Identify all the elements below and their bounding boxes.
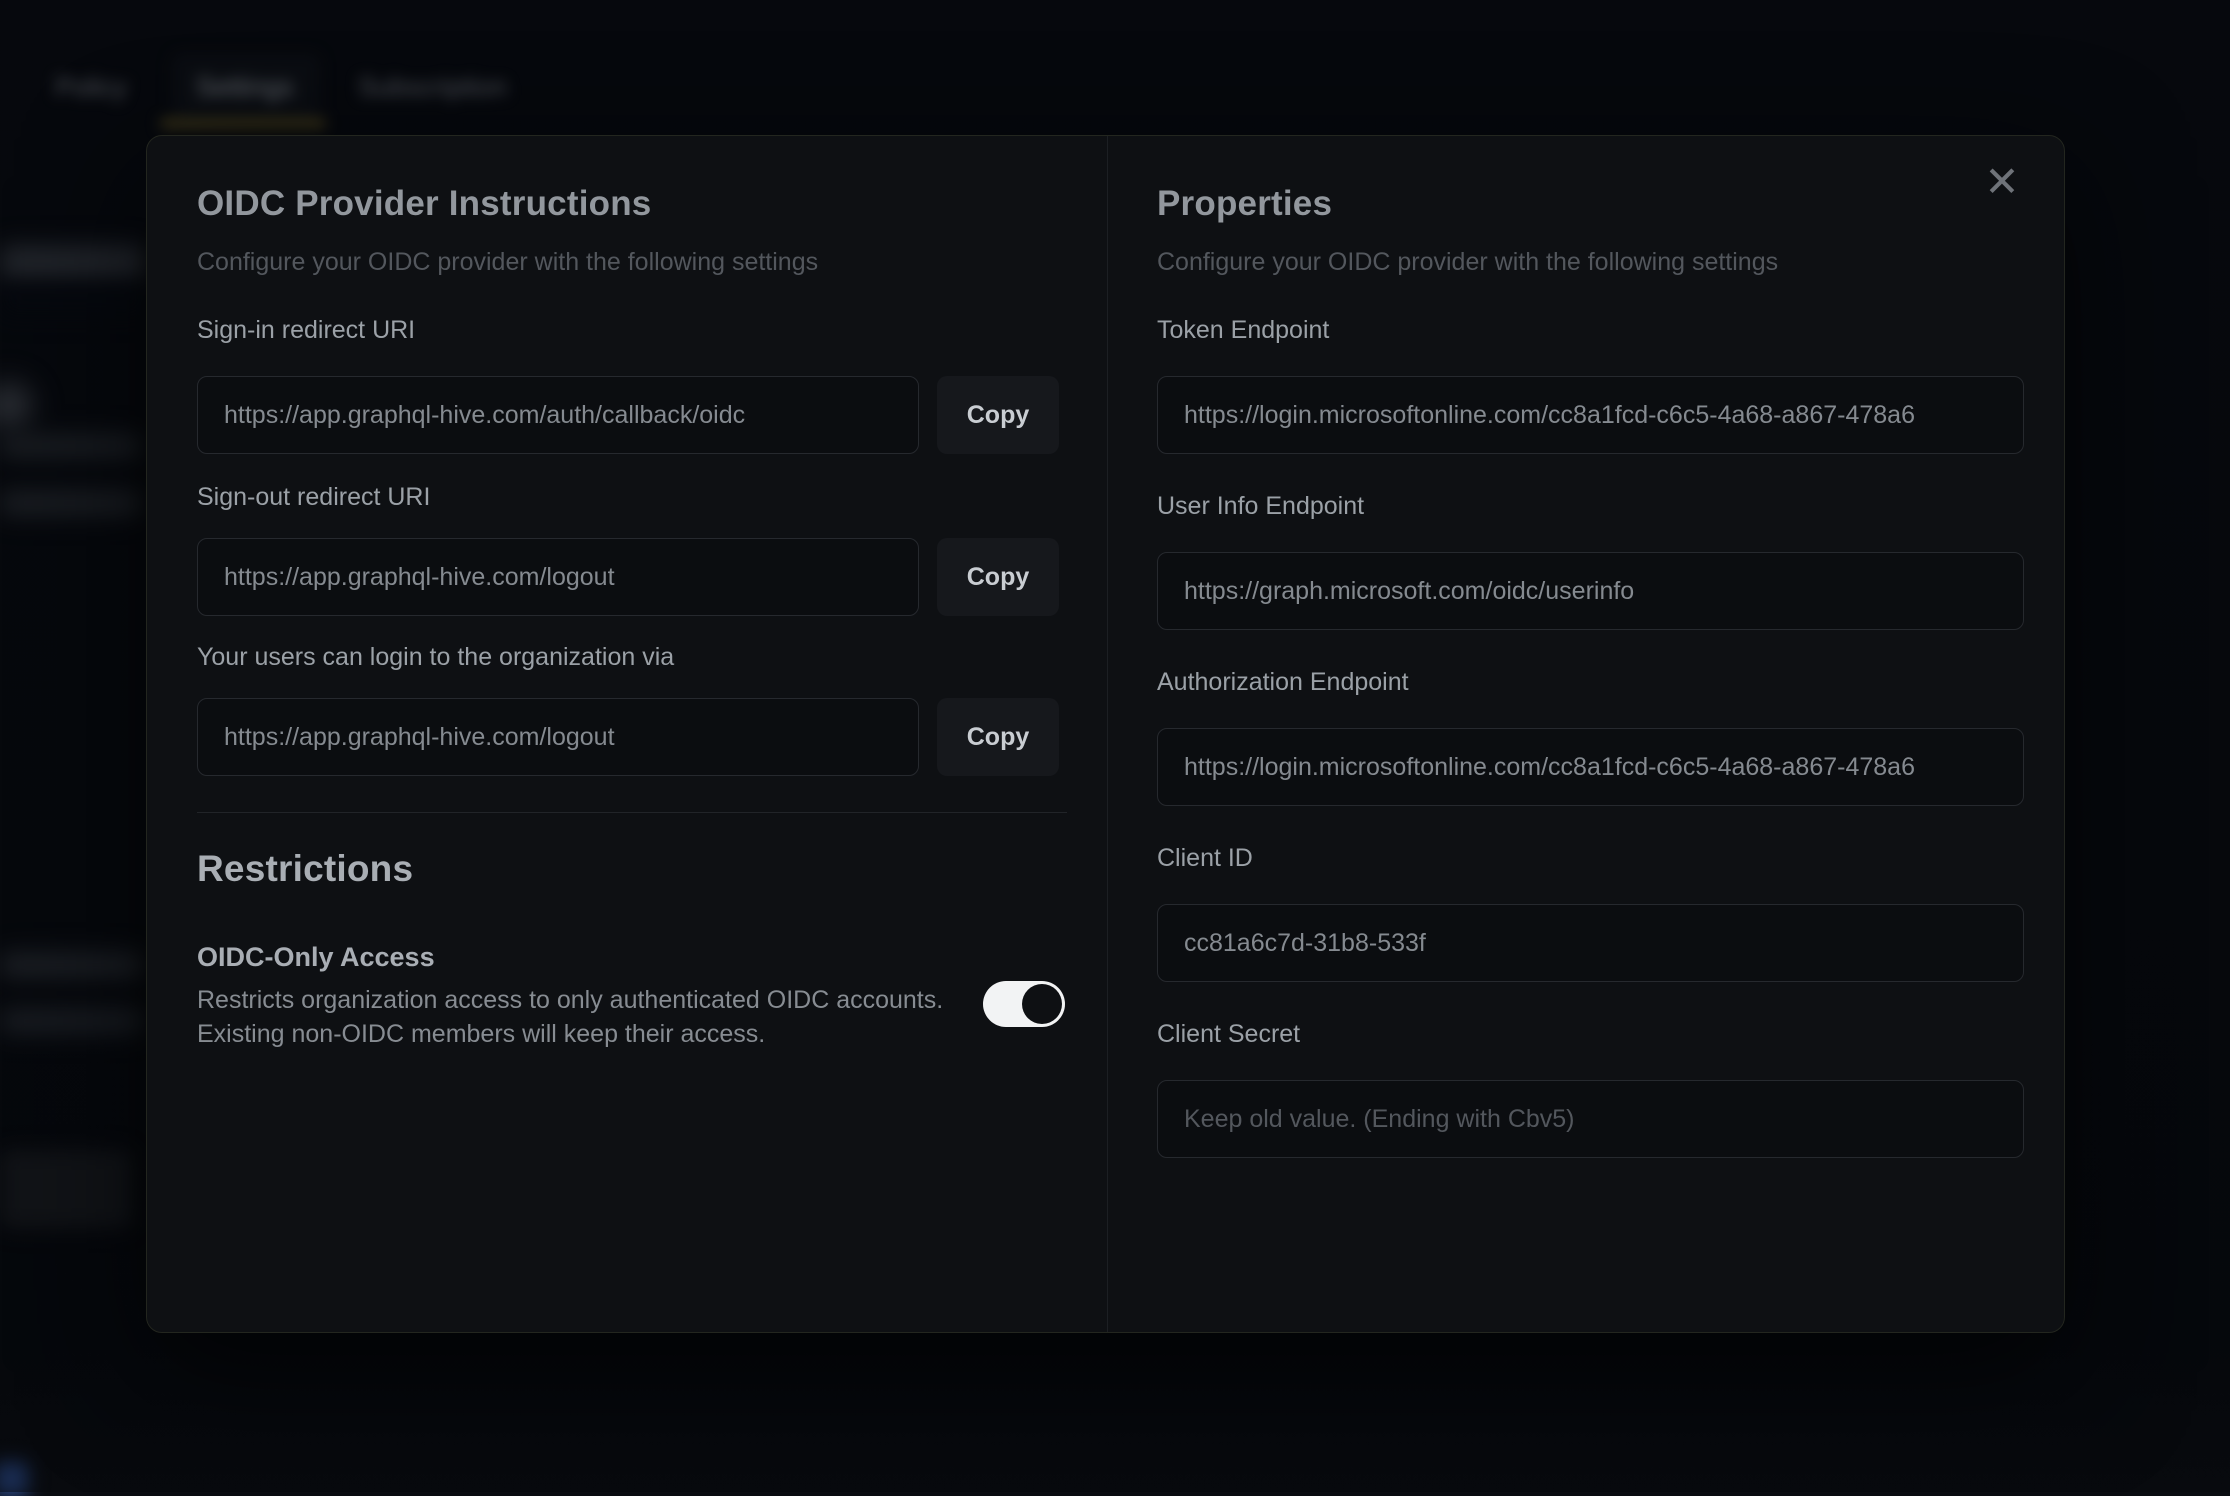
copy-login-via-button[interactable]: Copy (937, 698, 1059, 776)
login-via-input[interactable] (197, 698, 919, 776)
authorization-endpoint-input[interactable] (1157, 728, 2024, 806)
oidc-only-access-description: Existing non-OIDC members will keep thei… (197, 1020, 765, 1049)
sign-out-redirect-uri-input[interactable] (197, 538, 919, 616)
oidc-only-access-label: OIDC-Only Access (197, 942, 435, 973)
properties-subtitle: Configure your OIDC provider with the fo… (1157, 248, 1778, 277)
properties-panel: Properties Configure your OIDC provider … (1107, 136, 2064, 1332)
sign-out-redirect-uri-label: Sign-out redirect URI (197, 483, 430, 512)
sign-in-redirect-uri-input[interactable] (197, 376, 919, 454)
client-secret-label: Client Secret (1157, 1020, 1300, 1049)
toggle-knob (1022, 984, 1062, 1024)
section-divider (197, 812, 1067, 813)
copy-sign-out-uri-button[interactable]: Copy (937, 538, 1059, 616)
client-id-input[interactable] (1157, 904, 2024, 982)
client-secret-input[interactable] (1157, 1080, 2024, 1158)
sign-in-redirect-uri-label: Sign-in redirect URI (197, 316, 415, 345)
restrictions-heading: Restrictions (197, 848, 413, 890)
token-endpoint-input[interactable] (1157, 376, 2024, 454)
authorization-endpoint-label: Authorization Endpoint (1157, 668, 1409, 697)
copy-sign-in-uri-button[interactable]: Copy (937, 376, 1059, 454)
oidc-only-access-toggle[interactable] (983, 981, 1065, 1027)
user-info-endpoint-label: User Info Endpoint (1157, 492, 1364, 521)
properties-title: Properties (1157, 184, 1332, 224)
instructions-subtitle: Configure your OIDC provider with the fo… (197, 248, 818, 277)
token-endpoint-label: Token Endpoint (1157, 316, 1329, 345)
client-id-label: Client ID (1157, 844, 1253, 873)
instructions-panel: OIDC Provider Instructions Configure you… (147, 136, 1107, 1332)
user-info-endpoint-input[interactable] (1157, 552, 2024, 630)
instructions-title: OIDC Provider Instructions (197, 184, 651, 224)
oidc-settings-modal: ✕ OIDC Provider Instructions Configure y… (146, 135, 2065, 1333)
login-via-label: Your users can login to the organization… (197, 643, 674, 672)
oidc-only-access-description: Restricts organization access to only au… (197, 986, 943, 1015)
